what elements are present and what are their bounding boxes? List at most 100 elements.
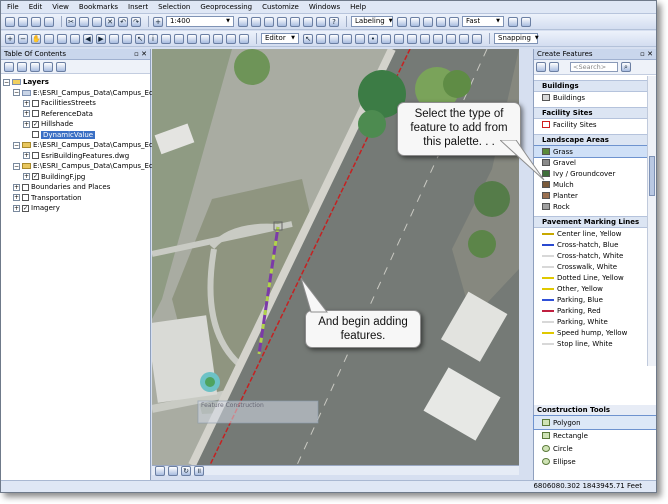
create-features-icon[interactable]	[472, 33, 482, 44]
toc-icon[interactable]	[251, 16, 261, 27]
toc-item[interactable]: + EsriBuildingFeatures.dwg	[3, 151, 150, 162]
template-scrollbar[interactable]	[647, 76, 656, 366]
expand-icon[interactable]: +	[13, 204, 20, 212]
expand-icon[interactable]: +	[23, 120, 30, 128]
feature-template[interactable]: Planter	[534, 190, 647, 201]
toc-item[interactable]: − E:\ESRI_Campus_Data\Campus_Ed	[3, 88, 153, 99]
search-window-icon[interactable]	[277, 16, 287, 27]
visibility-checkbox[interactable]	[32, 152, 39, 160]
toc-item[interactable]: + ✓ Hillshade	[3, 119, 150, 130]
pause-drawing-icon[interactable]: ॥	[194, 465, 204, 476]
menu-customize[interactable]: Customize	[262, 3, 299, 11]
menu-view[interactable]: View	[52, 3, 69, 11]
feature-template[interactable]: Other, Yellow	[534, 283, 647, 294]
straight-segment-icon[interactable]	[329, 33, 339, 44]
construction-tool[interactable]: Polygon	[533, 415, 656, 430]
model-builder-icon[interactable]	[316, 16, 326, 27]
toc-item[interactable]: + Transportation	[3, 193, 150, 204]
scale-combo[interactable]: 1:400 ▼	[166, 16, 234, 27]
menu-file[interactable]: File	[7, 3, 19, 11]
open-icon[interactable]	[18, 16, 28, 27]
print-icon[interactable]	[44, 16, 54, 27]
toc-item[interactable]: + ReferenceData	[3, 109, 150, 120]
snapping-menu[interactable]: Snapping ▼	[494, 33, 539, 44]
edit-annotation-icon[interactable]	[316, 33, 326, 44]
feature-template[interactable]: Buildings	[534, 92, 647, 103]
expand-icon[interactable]: +	[13, 194, 20, 202]
pause-labeling-icon[interactable]	[436, 16, 446, 27]
visibility-checkbox[interactable]: ✓	[32, 173, 39, 181]
label-priority-icon[interactable]	[410, 16, 420, 27]
toc-item[interactable]: + ✓ BuildingF.jpg	[3, 172, 150, 183]
toc-item[interactable]: + Boundaries and Places	[3, 182, 150, 193]
feature-template[interactable]: Facility Sites	[534, 119, 647, 130]
construction-tool[interactable]: Ellipse	[534, 455, 656, 468]
label-quality-icon[interactable]	[508, 16, 518, 27]
editor-toolbar-icon[interactable]	[238, 16, 248, 27]
expand-icon[interactable]: −	[13, 89, 20, 97]
zoom-out-icon[interactable]: −	[18, 33, 28, 44]
search-icon[interactable]: ⌕	[621, 62, 631, 72]
pin-close-icons[interactable]: ▫ ✕	[134, 50, 147, 58]
toc-item[interactable]: + ✓ Imagery	[3, 203, 150, 214]
editor-menu[interactable]: Editor ▼	[261, 33, 299, 44]
feature-template[interactable]: Parking, White	[534, 316, 647, 327]
trace-icon[interactable]	[355, 33, 365, 44]
html-popup-icon[interactable]	[174, 33, 184, 44]
feature-template[interactable]: Parking, Red	[534, 305, 647, 316]
go-to-xy-icon[interactable]	[226, 33, 236, 44]
time-slider-icon[interactable]	[239, 33, 249, 44]
refresh-icon[interactable]: ↻	[181, 465, 191, 476]
split-icon[interactable]	[420, 33, 430, 44]
template-group-header[interactable]: Facility Sites	[534, 107, 647, 119]
expand-icon[interactable]: +	[13, 183, 20, 191]
clear-selection-icon[interactable]	[122, 33, 132, 44]
feature-template[interactable]: Crosswalk, White	[534, 261, 647, 272]
menu-edit[interactable]: Edit	[29, 3, 43, 11]
measure-icon[interactable]	[187, 33, 197, 44]
feature-template[interactable]: Dotted Line, Yellow	[534, 272, 647, 283]
pan-icon[interactable]: ✋	[31, 33, 41, 44]
expand-icon[interactable]: −	[13, 141, 20, 149]
back-extent-icon[interactable]: ◀	[83, 33, 93, 44]
menu-geoprocessing[interactable]: Geoprocessing	[200, 3, 252, 11]
feature-template[interactable]: Stop line, White	[534, 338, 647, 349]
lock-labels-icon[interactable]	[423, 16, 433, 27]
cut-polygons-icon[interactable]	[407, 33, 417, 44]
visibility-checkbox[interactable]: ✓	[22, 204, 29, 212]
edit-vertices-icon[interactable]	[381, 33, 391, 44]
construction-tool[interactable]: Rectangle	[534, 429, 656, 442]
visibility-checkbox[interactable]: ✓	[32, 120, 39, 128]
menu-insert[interactable]: Insert	[128, 3, 148, 11]
sketch-properties-icon[interactable]	[459, 33, 469, 44]
cut-icon[interactable]: ✂	[66, 16, 76, 27]
visibility-checkbox[interactable]	[32, 110, 39, 118]
list-by-visibility-icon[interactable]	[30, 61, 40, 72]
hyperlink-icon[interactable]	[161, 33, 171, 44]
edit-tool-icon[interactable]: ↖	[303, 33, 313, 44]
toc-options-icon[interactable]	[56, 61, 66, 72]
layout-view-icon[interactable]	[168, 465, 178, 476]
toc-item[interactable]: − Layers	[3, 77, 150, 88]
save-icon[interactable]	[31, 16, 41, 27]
point-icon[interactable]: •	[368, 33, 378, 44]
menu-bookmarks[interactable]: Bookmarks	[79, 3, 118, 11]
feature-template[interactable]: Grass	[534, 145, 647, 158]
visibility-checkbox[interactable]	[32, 131, 39, 139]
paste-icon[interactable]	[92, 16, 102, 27]
new-icon[interactable]	[5, 16, 15, 27]
feature-template[interactable]: Ivy / Groundcover	[534, 168, 647, 179]
feature-template[interactable]: Parking, Blue	[534, 294, 647, 305]
find-icon[interactable]	[200, 33, 210, 44]
template-group-header[interactable]: Buildings	[534, 80, 647, 92]
expand-icon[interactable]: +	[23, 152, 30, 160]
feature-template[interactable]: Gravel	[534, 157, 647, 168]
template-group-header[interactable]: Pavement Marking Lines	[534, 216, 647, 228]
view-unplaced-icon[interactable]	[449, 16, 459, 27]
identify-icon[interactable]: i	[148, 33, 158, 44]
feature-template[interactable]: Center line, Yellow	[534, 228, 647, 239]
template-group-header[interactable]: Landscape Areas	[534, 134, 647, 146]
menu-help[interactable]: Help	[350, 3, 366, 11]
labeling-menu[interactable]: Labeling ▼	[351, 16, 393, 27]
pin-close-icons[interactable]: ▫ ✕	[640, 50, 653, 58]
